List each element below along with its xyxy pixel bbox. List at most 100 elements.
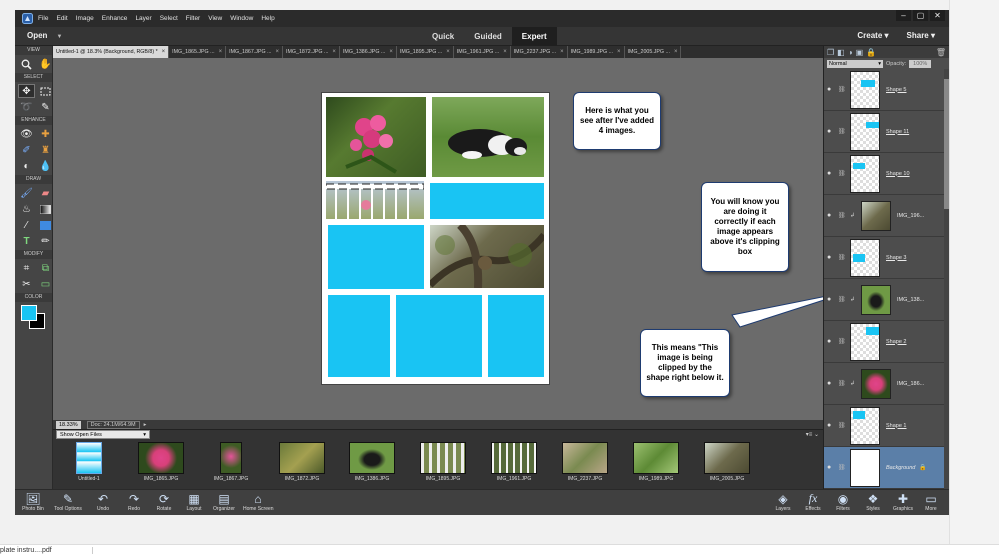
eye-icon[interactable]: ● [827, 380, 836, 387]
layers-button[interactable]: ◈ Layers [768, 491, 798, 513]
status-arrow-icon[interactable]: ▸ [144, 422, 147, 428]
close-icon[interactable]: × [219, 49, 223, 55]
tab-img-1872[interactable]: IMG_1872.JPG ... × [283, 46, 340, 58]
tree-photo[interactable] [430, 225, 544, 288]
flower-photo[interactable] [326, 97, 426, 177]
close-icon[interactable]: × [503, 49, 507, 55]
clone-stamp-icon[interactable]: ♜ [37, 143, 54, 157]
close-icon[interactable]: × [162, 49, 166, 55]
new-layer-icon[interactable]: ❐ [827, 48, 834, 57]
adjustment-layer-icon[interactable]: ◑ [848, 48, 853, 57]
lock-icon[interactable]: 🔒 [866, 48, 876, 57]
link-icon[interactable]: ⛓ [838, 296, 846, 303]
tab-img-1865[interactable]: IMG_1865.JPG ... × [169, 46, 227, 58]
photo-bin-menu-icon[interactable]: ▾≡ ⌄ [806, 431, 819, 438]
close-icon[interactable]: × [276, 49, 280, 55]
eye-icon[interactable]: ● [827, 128, 836, 135]
eraser-icon[interactable]: ▰ [37, 186, 54, 200]
show-open-files-dropdown[interactable]: Show Open Files ▾ [56, 430, 150, 439]
share-button[interactable]: Share ▾ [907, 31, 935, 40]
menu-layer[interactable]: Layer [135, 15, 151, 22]
tab-img-1989[interactable]: IMG_1989.JPG ... × [568, 46, 625, 58]
close-icon[interactable]: × [617, 49, 621, 55]
thumb-img-1872[interactable]: IMG_1872.JPG [267, 442, 337, 482]
mode-quick[interactable]: Quick [422, 27, 464, 46]
smart-brush-icon[interactable]: ✐ [18, 143, 35, 157]
close-icon[interactable]: × [446, 49, 450, 55]
type-icon[interactable]: T [18, 234, 35, 248]
tab-img-1386[interactable]: IMG_1386.JPG ... × [340, 46, 397, 58]
link-icon[interactable]: ⛓ [838, 128, 846, 135]
eye-icon[interactable]: ● [827, 296, 836, 303]
layer-row[interactable]: ● ⛓ Shape 11 [824, 111, 944, 153]
minimize-button[interactable]: – [896, 10, 911, 21]
menu-window[interactable]: Window [230, 15, 253, 22]
app-logo-icon[interactable] [20, 13, 34, 25]
filters-button[interactable]: ◉ Filters [828, 491, 858, 513]
link-icon[interactable]: ⛓ [838, 380, 846, 387]
mode-guided[interactable]: Guided [464, 27, 512, 46]
shape-box-bottom-2[interactable] [396, 295, 482, 377]
menu-select[interactable]: Select [160, 15, 178, 22]
shape-box-top-right[interactable] [430, 183, 544, 219]
menu-view[interactable]: View [208, 15, 222, 22]
menu-file[interactable]: File [38, 15, 48, 22]
thumb-img-1895[interactable]: IMG_1895.JPG [408, 442, 478, 482]
layout-button[interactable]: ▦ Layout [179, 491, 209, 513]
canvas-area[interactable]: Here is what you see after I've added 4 … [53, 58, 823, 420]
open-button[interactable]: Open ▼ [27, 31, 62, 40]
more-button[interactable]: ▭ More [916, 491, 946, 513]
thumb-img-1989[interactable]: IMG_1989.JPG [621, 442, 691, 482]
pencil-icon[interactable]: ✏ [37, 234, 54, 248]
undo-button[interactable]: ↶ Undo [88, 491, 118, 513]
straighten-icon[interactable]: ▭ [37, 277, 54, 291]
effects-button[interactable]: fx Effects [798, 491, 828, 512]
trash-icon[interactable]: 🗑 [936, 48, 946, 57]
move-icon[interactable]: ✥ [18, 84, 35, 98]
opacity-field[interactable]: 100% [909, 59, 932, 68]
eye-icon[interactable]: ● [827, 254, 836, 261]
shape-box-bottom-1[interactable] [328, 295, 390, 377]
hand-icon[interactable]: ✋ [37, 57, 54, 71]
crop-icon[interactable]: ⌗ [18, 261, 35, 275]
spot-heal-icon[interactable]: ✚ [37, 127, 54, 141]
recompose-icon[interactable]: ⧉ [37, 261, 54, 275]
shape-box-middle-left[interactable] [328, 225, 424, 289]
graphics-button[interactable]: ✚ Graphics [888, 491, 918, 513]
link-icon[interactable]: ⛓ [838, 86, 846, 93]
dog-photo[interactable] [432, 97, 544, 177]
blend-mode-select[interactable]: Normal ▾ [827, 59, 883, 68]
foreground-color-swatch[interactable] [21, 305, 37, 321]
menu-edit[interactable]: Edit [56, 15, 67, 22]
lasso-icon[interactable]: ➰ [18, 100, 35, 114]
tab-img-2005[interactable]: IMG_2005.JPG ... × [625, 46, 682, 58]
collage-document[interactable] [321, 92, 550, 385]
close-button[interactable]: ✕ [930, 10, 945, 21]
mode-expert[interactable]: Expert [511, 27, 557, 46]
tab-img-2237[interactable]: IMG_2237.JPG ... × [511, 46, 568, 58]
layer-row[interactable]: ● ⛓ Shape 1 [824, 405, 944, 447]
layer-row[interactable]: ● ⛓ Shape 10 [824, 153, 944, 195]
thumb-img-1865[interactable]: IMG_1865.JPG [126, 442, 196, 482]
layer-row[interactable]: ● ⛓ Shape 5 [824, 69, 944, 111]
layer-row[interactable]: ● ⛓ Shape 2 [824, 321, 944, 363]
layer-row[interactable]: ● ⛓ ↲ IMG_196... [824, 195, 944, 237]
thumb-img-2005[interactable]: IMG_2005.JPG [692, 442, 762, 482]
sponge-icon[interactable]: ◐ [18, 159, 35, 173]
menu-enhance[interactable]: Enhance [102, 15, 128, 22]
tab-untitled-1[interactable]: Untitled-1 @ 18.3% (Background, RGB/8) *… [53, 46, 170, 58]
thumb-untitled-1[interactable]: Untitled-1 [54, 442, 124, 482]
link-icon[interactable]: ⛓ [838, 170, 846, 177]
link-icon[interactable]: ⛓ [838, 212, 846, 219]
link-icon[interactable]: ⛓ [838, 338, 846, 345]
eye-icon[interactable]: ● [827, 338, 836, 345]
close-icon[interactable]: × [332, 49, 336, 55]
layer-row-selected[interactable]: ● ⛓ Background 🔒 [824, 447, 944, 489]
menu-filter[interactable]: Filter [186, 15, 200, 22]
shape-icon[interactable] [37, 218, 54, 232]
gradient-icon[interactable] [37, 202, 54, 216]
layer-row[interactable]: ● ⛓ Shape 3 [824, 237, 944, 279]
create-button[interactable]: Create ▾ [857, 31, 888, 40]
link-icon[interactable]: ⛓ [838, 422, 846, 429]
redo-button[interactable]: ↷ Redo [119, 491, 149, 513]
